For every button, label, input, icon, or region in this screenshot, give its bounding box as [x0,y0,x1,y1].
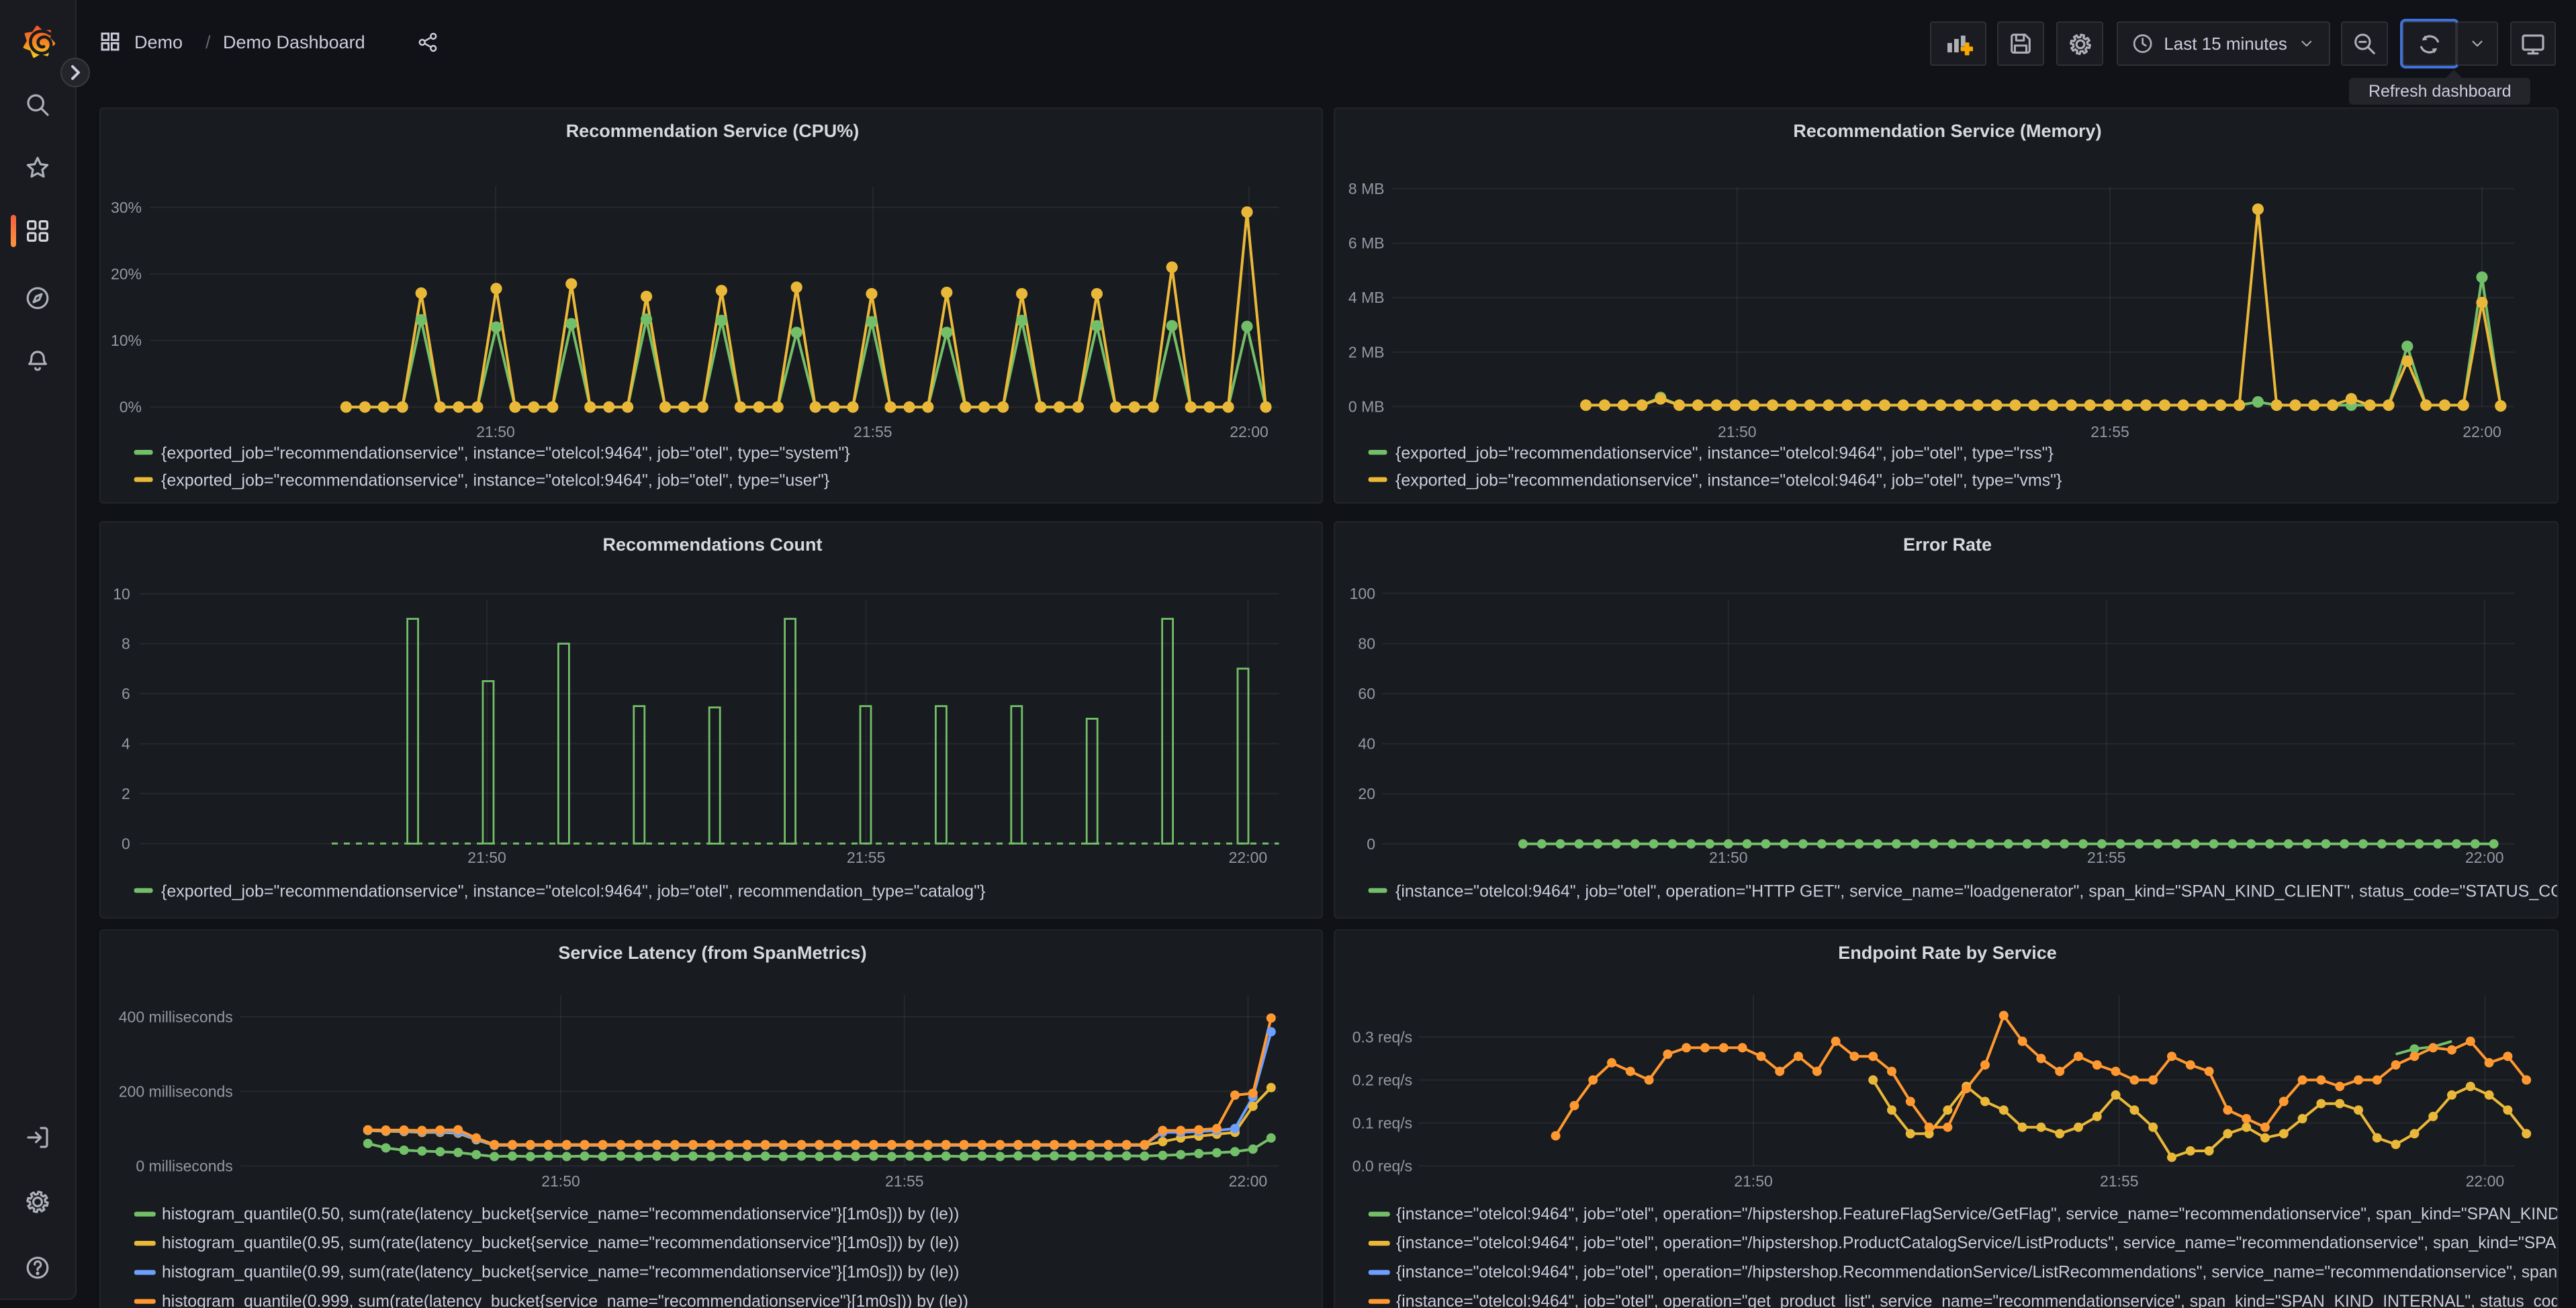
svg-text:20: 20 [1358,784,1375,802]
svg-text:21:55: 21:55 [854,423,892,440]
svg-text:22:00: 22:00 [2465,848,2504,866]
svg-text:Endpoint Rate by Service: Endpoint Rate by Service [1838,942,2057,962]
svg-text:400 milliseconds: 400 milliseconds [119,1007,233,1025]
svg-text:40: 40 [1358,735,1375,752]
svg-text:21:50: 21:50 [1734,1172,1773,1189]
svg-text:10: 10 [113,584,130,602]
svg-text:4 MB: 4 MB [1348,289,1385,306]
svg-text:2 MB: 2 MB [1348,343,1385,361]
svg-text:2: 2 [122,784,130,802]
svg-text:22:00: 22:00 [1229,1172,1268,1189]
svg-text:{exported_job="recommendations: {exported_job="recommendationservice", i… [1395,444,2054,463]
svg-text:4: 4 [122,735,130,752]
svg-text:histogram_quantile(0.95, sum(r: histogram_quantile(0.95, sum(rate(latenc… [162,1233,959,1252]
svg-text:22:00: 22:00 [2466,1172,2505,1189]
svg-text:60: 60 [1358,684,1375,702]
svg-text:21:50: 21:50 [541,1172,580,1189]
svg-text:{instance="otelcol:9464", job=: {instance="otelcol:9464", job="otel", op… [1395,882,2559,900]
svg-text:{exported_job="recommendations: {exported_job="recommendationservice", i… [161,444,850,463]
svg-text:6: 6 [122,684,130,702]
svg-text:30%: 30% [111,199,142,216]
svg-text:{instance="otelcol:9464", job=: {instance="otelcol:9464", job="otel", op… [1396,1233,2559,1252]
svg-text:80: 80 [1358,634,1375,651]
svg-text:21:55: 21:55 [847,848,886,866]
svg-text:{exported_job="recommendations: {exported_job="recommendationservice", i… [161,882,985,900]
svg-text:Service Latency (from SpanMetr: Service Latency (from SpanMetrics) [558,942,866,962]
svg-text:21:50: 21:50 [1718,423,1757,440]
svg-text:0: 0 [122,834,130,851]
svg-text:0.2 req/s: 0.2 req/s [1352,1070,1413,1088]
svg-text:histogram_quantile(0.99, sum(r: histogram_quantile(0.99, sum(rate(latenc… [162,1262,959,1280]
svg-text:0: 0 [1367,835,1375,852]
svg-text:6 MB: 6 MB [1348,234,1385,252]
svg-text:200 milliseconds: 200 milliseconds [119,1082,233,1099]
svg-text:{instance="otelcol:9464", job=: {instance="otelcol:9464", job="otel", op… [1396,1205,2559,1223]
svg-text:{exported_job="recommendations: {exported_job="recommendationservice", i… [161,471,829,490]
svg-text:0 MB: 0 MB [1348,398,1385,415]
svg-text:0.1 req/s: 0.1 req/s [1352,1113,1413,1131]
svg-text:{instance="otelcol:9464", job=: {instance="otelcol:9464", job="otel", op… [1396,1262,2559,1280]
svg-text:0%: 0% [120,398,142,416]
svg-text:21:55: 21:55 [885,1172,924,1189]
svg-text:10%: 10% [111,332,142,349]
svg-text:21:55: 21:55 [2087,848,2126,866]
svg-text:{instance="otelcol:9464", job=: {instance="otelcol:9464", job="otel", op… [1396,1292,2559,1308]
svg-text:histogram_quantile(0.999, sum(: histogram_quantile(0.999, sum(rate(laten… [162,1292,968,1308]
svg-text:21:55: 21:55 [2100,1172,2139,1189]
svg-text:Recommendation Service (CPU%): Recommendation Service (CPU%) [566,121,860,141]
svg-text:Recommendation Service (Memory: Recommendation Service (Memory) [1793,121,2101,141]
svg-text:8: 8 [122,635,130,652]
svg-text:{exported_job="recommendations: {exported_job="recommendationservice", i… [1395,471,2062,490]
svg-text:21:55: 21:55 [2090,423,2129,440]
svg-text:22:00: 22:00 [2463,423,2501,440]
svg-text:0 milliseconds: 0 milliseconds [136,1156,232,1174]
svg-text:Recommendations Count: Recommendations Count [602,534,822,554]
svg-text:100: 100 [1350,584,1375,602]
svg-text:21:50: 21:50 [1709,848,1748,866]
svg-text:8 MB: 8 MB [1348,180,1385,197]
svg-text:0.0 req/s: 0.0 req/s [1352,1156,1413,1174]
svg-text:22:00: 22:00 [1229,848,1268,866]
svg-text:21:50: 21:50 [467,848,506,866]
svg-text:20%: 20% [111,265,142,283]
svg-text:0.3 req/s: 0.3 req/s [1352,1027,1413,1045]
svg-text:histogram_quantile(0.50, sum(r: histogram_quantile(0.50, sum(rate(latenc… [162,1205,959,1223]
svg-text:22:00: 22:00 [1230,423,1269,440]
svg-text:Error Rate: Error Rate [1903,534,1992,554]
svg-text:21:50: 21:50 [476,423,515,440]
